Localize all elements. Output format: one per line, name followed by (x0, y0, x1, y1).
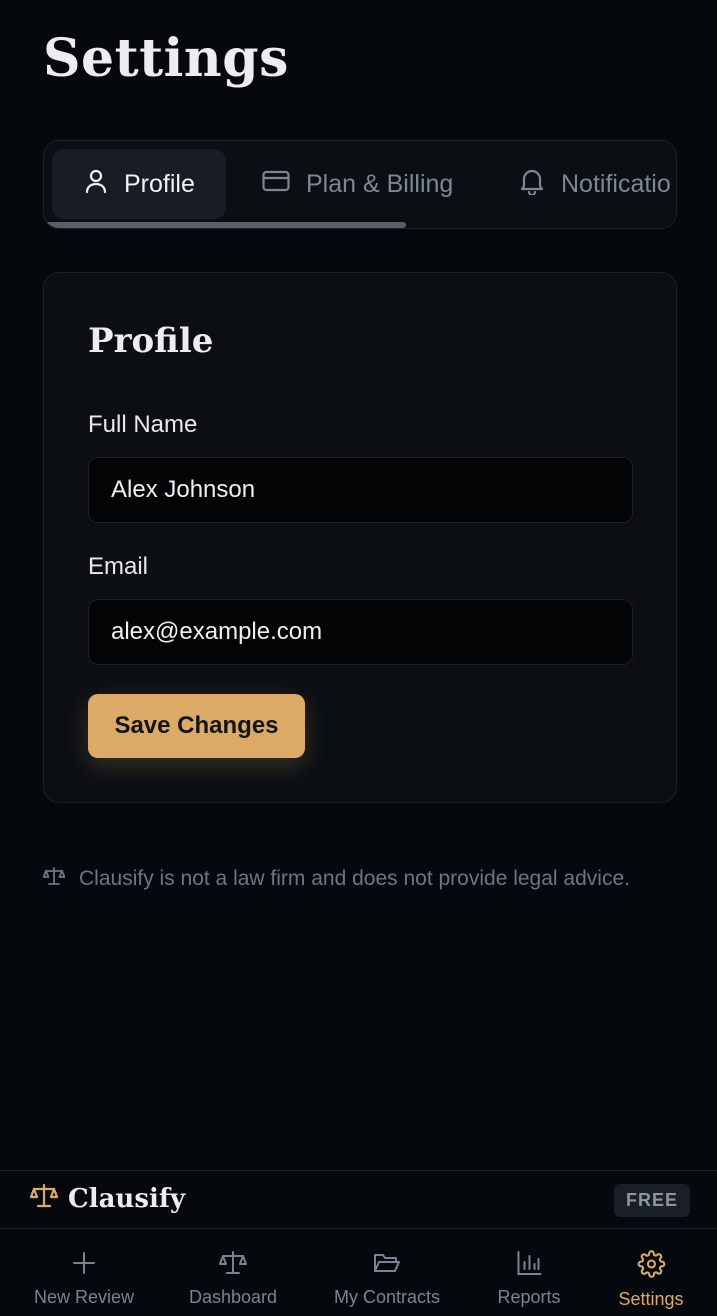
bottom-nav: New Review Dashboard My Contracts Report… (0, 1230, 717, 1316)
plus-icon (71, 1250, 97, 1281)
tab-notifications-label: Notificatio (561, 169, 671, 198)
settings-tabs: Profile Plan & Billing Notificatio (43, 140, 677, 229)
scale-icon (42, 866, 66, 892)
tabs-scrollbar[interactable] (44, 222, 406, 228)
tab-profile-label: Profile (124, 169, 195, 198)
nav-item-label: Reports (497, 1287, 561, 1307)
folder-open-icon (373, 1250, 401, 1281)
nav-item-label: New Review (33, 1287, 135, 1307)
tab-plan-billing-label: Plan & Billing (306, 169, 454, 198)
nav-item-reports[interactable]: Reports (497, 1250, 561, 1310)
bell-icon (519, 167, 545, 202)
scale-icon (29, 1183, 59, 1214)
nav-item-label: Dashboard (188, 1287, 278, 1307)
email-label: Email (88, 553, 149, 580)
plan-badge: FREE (613, 1184, 690, 1217)
tab-plan-billing[interactable]: Plan & Billing (262, 149, 453, 219)
disclaimer-text: Clausify is not a law firm and does not … (79, 867, 630, 890)
profile-card-title: Profile (88, 321, 214, 361)
credit-card-icon (262, 170, 290, 199)
brand-name: Clausify (68, 1183, 186, 1214)
save-changes-button[interactable]: Save Changes (88, 694, 305, 758)
tab-notifications[interactable]: Notificatio (519, 149, 671, 219)
brand-bar: Clausify FREE (0, 1170, 717, 1229)
nav-item-label: Settings (618, 1289, 684, 1309)
user-icon (84, 168, 108, 201)
profile-card: Profile Full Name Email Save Changes (43, 272, 677, 803)
page-title: Settings (43, 28, 289, 89)
email-input[interactable] (88, 599, 633, 665)
scale-icon (219, 1250, 247, 1281)
nav-item-label: My Contracts (333, 1287, 441, 1307)
full-name-input[interactable] (88, 457, 633, 523)
tab-profile[interactable]: Profile (52, 149, 226, 219)
brand-logo[interactable]: Clausify (29, 1183, 186, 1214)
nav-item-dashboard[interactable]: Dashboard (189, 1250, 277, 1310)
nav-item-my-contracts[interactable]: My Contracts (334, 1250, 440, 1310)
gear-icon (637, 1250, 665, 1283)
bar-chart-icon (516, 1250, 542, 1281)
legal-disclaimer: Clausify is not a law firm and does not … (42, 866, 630, 892)
nav-item-new-review[interactable]: New Review (34, 1250, 134, 1310)
nav-item-settings[interactable]: Settings (618, 1250, 684, 1310)
full-name-label: Full Name (88, 411, 198, 438)
